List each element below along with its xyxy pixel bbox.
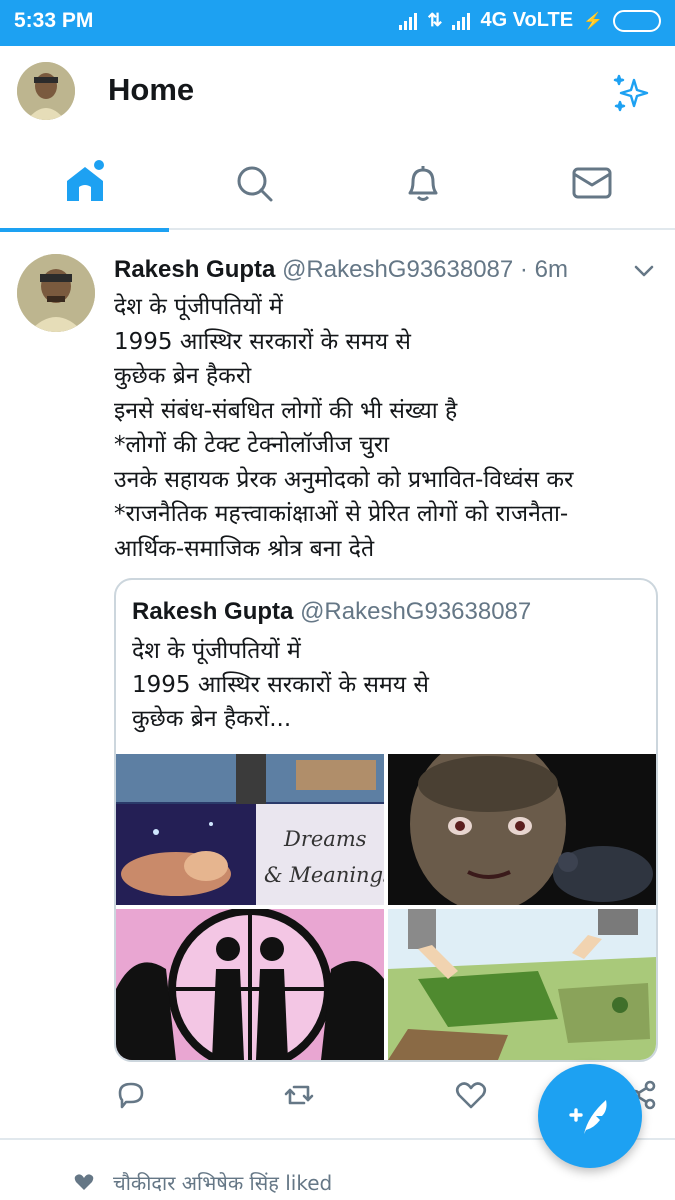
tweet-author-name[interactable]: Rakesh Gupta — [114, 256, 275, 283]
tweet-text-line: इनसे संबंध-संबधित लोगों की भी संख्या है — [114, 397, 458, 424]
quoted-author-handle: @RakeshG93638087 — [300, 598, 532, 625]
tweet-text-line: 1995 आस्थिर सरकारों के समय से — [114, 328, 411, 355]
tab-search[interactable] — [169, 136, 338, 230]
sparkle-icon[interactable] — [608, 70, 654, 116]
status-time: 5:33 PM — [14, 9, 94, 32]
tweet-author-handle[interactable]: @RakeshG93638087 — [282, 256, 513, 283]
tab-notifications[interactable] — [338, 136, 507, 230]
status-bar: 5:33 PM ⇅ 4G VoLTE ⚡ — [0, 0, 675, 46]
liked-notice-text: चौकीदार अभिषेक सिंह liked — [113, 1171, 333, 1195]
tweet-timestamp: 6m — [534, 256, 568, 283]
signal-icon-2 — [452, 12, 471, 30]
reply-icon[interactable] — [114, 1078, 148, 1112]
compose-tweet-button[interactable] — [538, 1064, 642, 1168]
tweet-separator: · — [519, 256, 528, 283]
tab-messages[interactable] — [507, 136, 675, 230]
media-image-dreams[interactable]: Dreams & Meanings — [116, 754, 384, 905]
tab-bar — [0, 136, 675, 232]
bell-icon — [408, 166, 437, 201]
mail-icon — [572, 167, 611, 199]
search-icon — [237, 166, 272, 202]
heart-icon[interactable] — [454, 1078, 488, 1112]
tab-home[interactable] — [0, 136, 169, 232]
quoted-tweet[interactable]: Rakesh Gupta @RakeshG93638087 देश के पूं… — [114, 578, 658, 1062]
data-transfer-icon: ⇅ — [427, 10, 443, 30]
chevron-down-icon[interactable] — [631, 258, 657, 284]
compose-feather-icon — [569, 1100, 607, 1134]
quoted-text-line: 1995 आस्थिर सरकारों के समय से — [132, 672, 429, 698]
signal-icon — [399, 12, 418, 30]
quoted-text-line: देश के पूंजीपतियों में — [132, 638, 301, 664]
retweet-icon[interactable] — [282, 1078, 316, 1112]
profile-avatar[interactable] — [17, 62, 75, 120]
heart-filled-icon — [74, 1174, 94, 1190]
liked-notice: चौकीदार अभिषेक सिंह liked — [0, 1160, 675, 1200]
tweet[interactable]: Rakesh Gupta @RakeshG93638087 · 6m देश क… — [0, 232, 675, 1140]
tweet-text: देश के पूंजीपतियों में 1995 आस्थिर सरकार… — [114, 290, 659, 566]
home-icon — [66, 160, 104, 201]
media-image-silhouettes[interactable] — [116, 909, 384, 1060]
media-grid: Dreams & Meanings — [116, 754, 656, 1060]
tweet-header: Rakesh Gupta @RakeshG93638087 · 6m — [114, 256, 655, 286]
tweet-text-line: देश के पूंजीपतियों में — [114, 294, 283, 320]
app-header: Home — [0, 46, 675, 136]
media-image-land[interactable] — [388, 909, 656, 1060]
network-label: 4G VoLTE — [480, 9, 574, 31]
quoted-tweet-header: Rakesh Gupta @RakeshG93638087 — [132, 598, 531, 626]
quoted-author-name: Rakesh Gupta — [132, 598, 294, 625]
page-title: Home — [108, 72, 195, 107]
tweet-text-line: *लोगों की टेक्ट टेक्नोलॉजीज चुरा — [114, 432, 390, 458]
charging-icon: ⚡ — [583, 12, 603, 30]
battery-icon — [613, 9, 661, 32]
quoted-tweet-text: देश के पूंजीपतियों में 1995 आस्थिर सरकार… — [132, 634, 429, 736]
tweet-text-line: उनके सहायक प्रेरक अनुमोदको को प्रभावित-व… — [114, 466, 574, 493]
quoted-text-line: कुछेक ब्रेन हैकरों... — [132, 706, 292, 732]
status-indicators: ⇅ 4G VoLTE ⚡ — [399, 9, 661, 32]
tweet-author-avatar[interactable] — [17, 254, 95, 332]
tweet-text-line: आर्थिक-समाजिक श्रोत्र बना देते — [114, 535, 375, 562]
tweet-text-line: कुछेक ब्रेन हैकरो — [114, 363, 252, 389]
media-image-face[interactable] — [388, 754, 656, 905]
media-caption-meanings: & Meanings — [264, 863, 384, 887]
media-caption-dreams: Dreams — [283, 827, 367, 851]
tweet-text-line: *राजनैतिक महत्त्वाकांक्षाओं से प्रेरित ल… — [114, 501, 569, 527]
